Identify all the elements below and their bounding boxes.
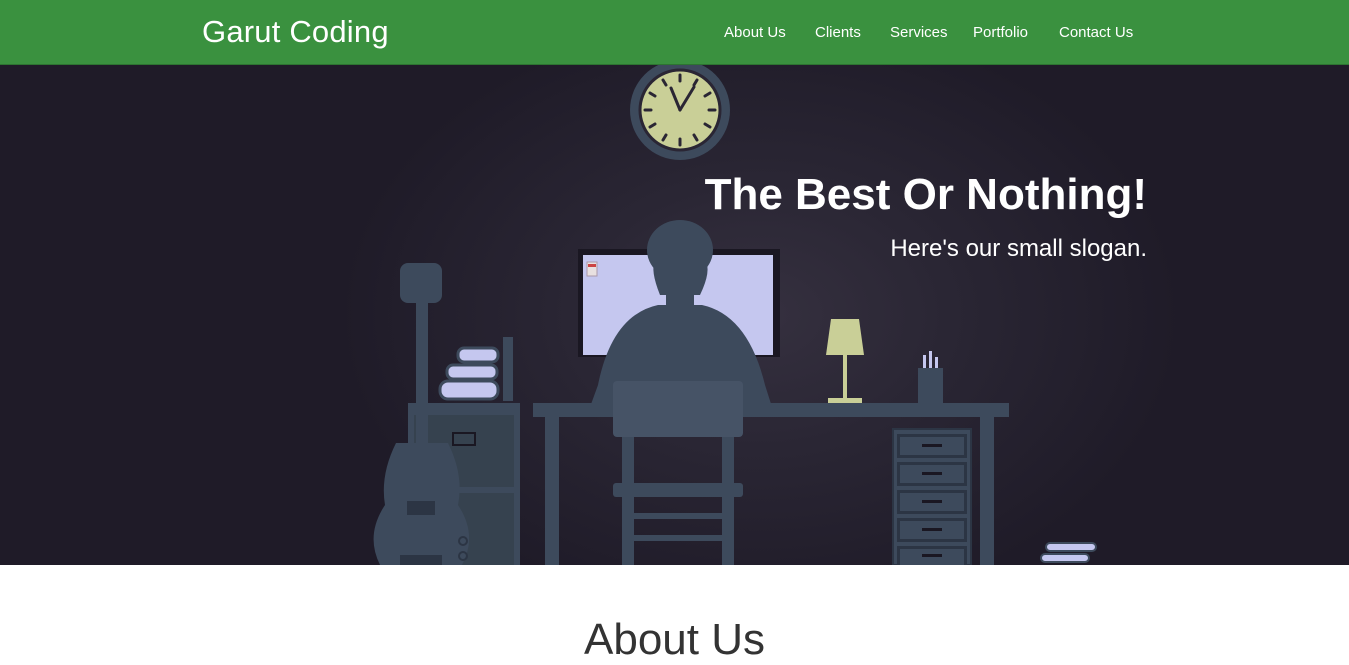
chair-icon <box>613 381 743 565</box>
navbar: Garut Coding About Us Clients Services P… <box>0 0 1349 65</box>
desk-drawers-icon <box>892 428 972 565</box>
nav-link-contact-us[interactable]: Contact Us <box>1059 24 1133 41</box>
hero-section: The Best Or Nothing! Here's our small sl… <box>0 65 1349 565</box>
desk-lamp-icon <box>826 319 864 403</box>
floor-books-icon <box>1040 542 1097 563</box>
about-heading: About Us <box>584 615 765 664</box>
nav-link-about-us[interactable]: About Us <box>724 24 786 41</box>
nav-link-clients[interactable]: Clients <box>815 24 861 41</box>
pen-holder-icon <box>918 351 943 403</box>
nav-link-services[interactable]: Services <box>890 24 948 41</box>
about-section: About Us <box>0 565 1349 664</box>
books-icon <box>438 337 513 401</box>
wall-clock-icon <box>630 65 730 160</box>
hero-slogan: Here's our small slogan. <box>890 235 1147 262</box>
nav-links: About Us Clients Services Portfolio Cont… <box>0 24 1349 46</box>
hero-illustration <box>373 65 1097 565</box>
hero-title: The Best Or Nothing! <box>704 170 1147 219</box>
nav-link-portfolio[interactable]: Portfolio <box>973 24 1028 41</box>
